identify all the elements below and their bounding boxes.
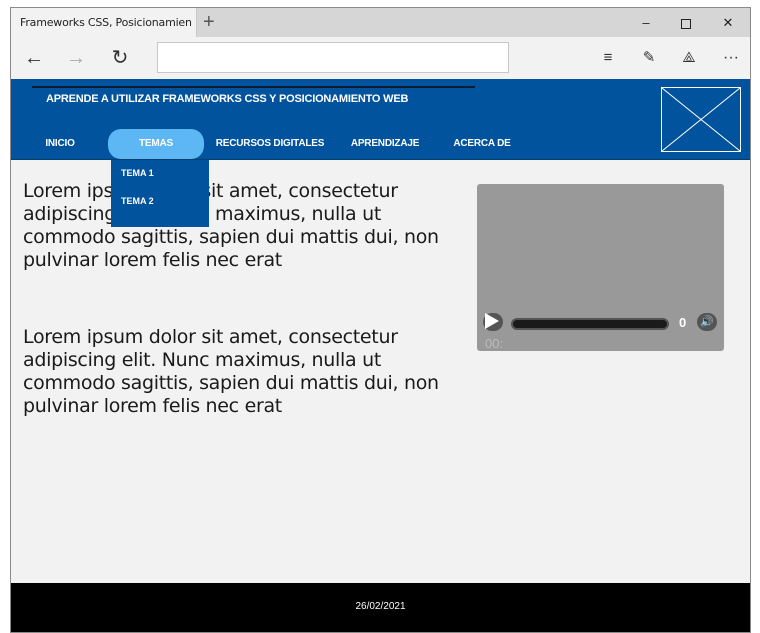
- site-title: APRENDE A UTILIZAR FRAMEWORKS CSS Y POSI…: [46, 93, 409, 105]
- maximize-button[interactable]: [666, 8, 706, 37]
- tab-title: Frameworks CSS, Posicionamiento web: [20, 16, 192, 29]
- refresh-button[interactable]: ↻: [105, 43, 135, 73]
- video-progress-bar[interactable]: [511, 318, 669, 330]
- site-header: APRENDE A UTILIZAR FRAMEWORKS CSS Y POSI…: [11, 79, 750, 160]
- more-icon[interactable]: ···: [716, 43, 746, 73]
- video-time-overflow: 00:: [485, 336, 504, 351]
- tab-bar: Frameworks CSS, Posicionamiento web + – …: [11, 8, 750, 37]
- back-button[interactable]: ←: [19, 43, 49, 73]
- content-paragraph: Lorem ipsum dolor sit amet, consectetur …: [23, 326, 439, 417]
- main-menu: INICIO TEMAS RECURSOS DIGITALES APRENDIZ…: [11, 129, 611, 159]
- footer-date: 26/02/2021: [355, 601, 406, 612]
- share-icon[interactable]: ⟁: [674, 43, 704, 73]
- video-player[interactable]: 0 🔊 00:: [477, 184, 724, 351]
- navigation-bar: ← → ↻ ≡ ✎ ⟁ ···: [11, 37, 750, 79]
- temas-dropdown: TEMA 1 TEMA 2: [111, 160, 209, 227]
- new-tab-button[interactable]: +: [203, 10, 215, 34]
- volume-icon[interactable]: 🔊: [697, 313, 717, 331]
- site-footer: 26/02/2021: [11, 583, 750, 632]
- header-divider: [32, 86, 475, 88]
- dropdown-item-tema-2[interactable]: TEMA 2: [121, 196, 154, 206]
- reading-view-icon[interactable]: ≡: [593, 43, 623, 73]
- video-time: 0: [679, 315, 687, 330]
- browser-tab[interactable]: Frameworks CSS, Posicionamiento web: [11, 8, 197, 37]
- web-note-icon[interactable]: ✎: [634, 43, 664, 73]
- video-controls: 0 🔊: [483, 312, 719, 332]
- address-bar[interactable]: [157, 42, 509, 73]
- close-button[interactable]: ✕: [708, 8, 748, 37]
- menu-item-inicio[interactable]: INICIO: [33, 129, 87, 159]
- browser-window: Frameworks CSS, Posicionamiento web + – …: [10, 7, 751, 633]
- content-paragraph: Lorem ipsum dolor sit amet, consectetur …: [23, 180, 439, 271]
- menu-item-temas[interactable]: TEMAS: [108, 129, 204, 159]
- forward-button[interactable]: →: [61, 43, 91, 73]
- minimize-button[interactable]: –: [626, 8, 666, 37]
- menu-item-acerca-de[interactable]: ACERCA DE: [445, 129, 519, 159]
- menu-item-aprendizaje[interactable]: APRENDIZAJE: [345, 129, 425, 159]
- maximize-icon: [681, 18, 691, 29]
- logo-placeholder-image: [661, 87, 741, 152]
- play-icon: [485, 313, 499, 329]
- dropdown-item-tema-1[interactable]: TEMA 1: [121, 168, 154, 178]
- menu-item-recursos-digitales[interactable]: RECURSOS DIGITALES: [209, 129, 331, 159]
